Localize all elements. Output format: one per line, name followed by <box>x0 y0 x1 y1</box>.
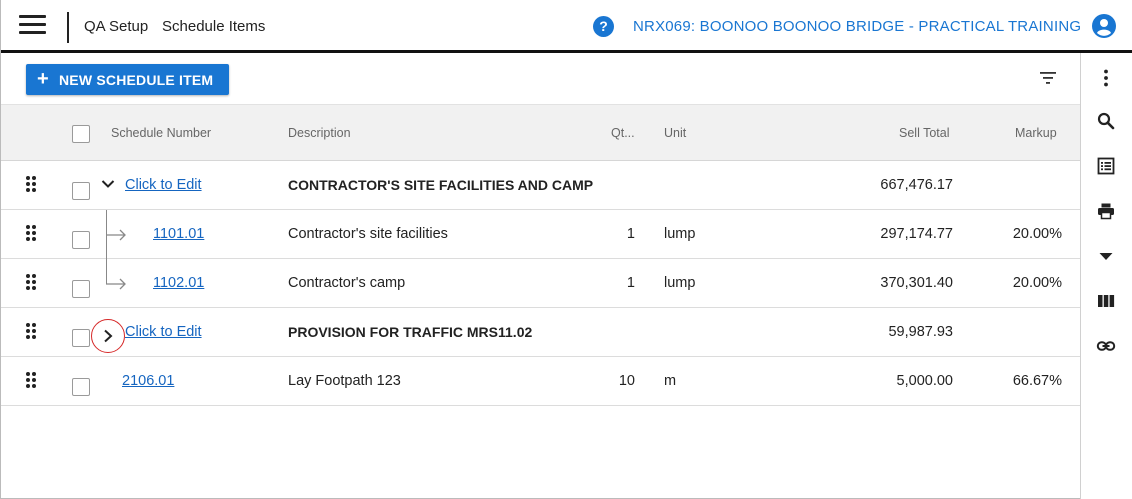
drag-handle-icon[interactable] <box>26 372 38 390</box>
schedule-number-link[interactable]: Click to Edit <box>125 177 202 193</box>
more-vertical-icon[interactable] <box>1096 68 1116 88</box>
table-row: 1102.01 Contractor's camp 1 lump 370,301… <box>1 259 1080 308</box>
sell-total-cell: 667,476.17 <box>880 177 953 193</box>
description-cell: CONTRACTOR'S SITE FACILITIES AND CAMP <box>288 177 594 193</box>
markup-cell: 20.00% <box>1012 226 1062 242</box>
hamburger-icon[interactable] <box>19 15 46 35</box>
header-divider <box>67 12 69 43</box>
markup-cell: 20.00% <box>1012 275 1062 291</box>
tree-child-arrow-icon <box>106 229 126 241</box>
drag-handle-icon[interactable] <box>26 225 38 243</box>
schedule-number-link[interactable]: 2106.01 <box>122 373 174 389</box>
sell-total-cell: 59,987.93 <box>888 324 953 340</box>
schedule-number-link[interactable]: 1101.01 <box>153 226 204 242</box>
tree-child-arrow-icon <box>106 278 126 290</box>
top-bar: QA Setup Schedule Items ? NRX069: BOONOO… <box>1 0 1132 53</box>
chevron-down-icon[interactable] <box>101 179 115 189</box>
sell-total-cell: 297,174.77 <box>880 226 953 242</box>
column-header-schedule-number[interactable]: Schedule Number <box>111 126 211 140</box>
qty-cell: 1 <box>626 226 635 242</box>
table-row: 2106.01 Lay Footpath 123 10 m 5,000.00 6… <box>1 357 1080 406</box>
unit-cell: lump <box>664 226 696 242</box>
description-cell: Lay Footpath 123 <box>288 373 401 389</box>
plus-icon: + <box>37 68 49 90</box>
user-account-icon[interactable] <box>1092 14 1116 38</box>
table-row: Click to Edit CONTRACTOR'S SITE FACILITI… <box>1 161 1080 210</box>
row-checkbox[interactable] <box>72 378 90 396</box>
table-row: Click to Edit PROVISION FOR TRAFFIC MRS1… <box>1 308 1080 357</box>
right-toolbar <box>1080 53 1132 499</box>
dropdown-arrow-icon[interactable] <box>1096 246 1116 266</box>
table-row: 1101.01 Contractor's site facilities 1 l… <box>1 210 1080 259</box>
main-content: + NEW SCHEDULE ITEM Schedule Number Desc… <box>1 53 1080 499</box>
row-checkbox[interactable] <box>72 231 90 249</box>
unit-cell: lump <box>664 275 696 291</box>
link-icon[interactable] <box>1096 336 1116 356</box>
help-icon[interactable]: ? <box>593 16 614 37</box>
print-icon[interactable] <box>1096 201 1116 221</box>
sell-total-cell: 5,000.00 <box>896 373 953 389</box>
new-schedule-item-button[interactable]: + NEW SCHEDULE ITEM <box>26 64 229 95</box>
column-header-sell-total[interactable]: Sell Total <box>899 126 950 140</box>
expand-toggle-button[interactable] <box>91 319 125 353</box>
breadcrumb-schedule-items[interactable]: Schedule Items <box>162 18 265 35</box>
row-checkbox[interactable] <box>72 280 90 298</box>
drag-handle-icon[interactable] <box>26 323 38 341</box>
filter-icon[interactable] <box>1039 71 1057 85</box>
search-icon[interactable] <box>1096 111 1116 131</box>
description-cell: Contractor's camp <box>288 275 406 291</box>
column-header-qty[interactable]: Qt... <box>611 126 635 140</box>
table-header: Schedule Number Description Qt... Unit S… <box>1 104 1080 161</box>
qty-cell: 1 <box>626 275 635 291</box>
app-window: QA Setup Schedule Items ? NRX069: BOONOO… <box>0 0 1132 499</box>
sell-total-cell: 370,301.40 <box>880 275 953 291</box>
row-checkbox[interactable] <box>72 182 90 200</box>
new-schedule-item-label: NEW SCHEDULE ITEM <box>59 71 214 88</box>
column-header-markup[interactable]: Markup <box>1015 126 1057 140</box>
description-cell: PROVISION FOR TRAFFIC MRS11.02 <box>288 324 533 340</box>
column-header-description[interactable]: Description <box>288 126 351 140</box>
unit-cell: m <box>664 373 677 389</box>
breadcrumb-qa-setup[interactable]: QA Setup <box>84 18 148 35</box>
description-cell: Contractor's site facilities <box>288 226 448 242</box>
list-icon[interactable] <box>1096 156 1116 176</box>
schedule-number-link[interactable]: 1102.01 <box>153 275 204 291</box>
select-all-checkbox[interactable] <box>72 125 90 143</box>
column-header-unit[interactable]: Unit <box>664 126 686 140</box>
drag-handle-icon[interactable] <box>26 274 38 292</box>
qty-cell: 10 <box>618 373 635 389</box>
row-checkbox[interactable] <box>72 329 90 347</box>
project-title[interactable]: NRX069: BOONOO BOONOO BRIDGE - PRACTICAL… <box>633 18 1081 35</box>
chevron-right-icon <box>104 329 113 343</box>
drag-handle-icon[interactable] <box>26 176 38 194</box>
columns-icon[interactable] <box>1096 291 1116 311</box>
schedule-number-link[interactable]: Click to Edit <box>125 324 202 340</box>
markup-cell: 66.67% <box>1012 373 1062 389</box>
toolbar: + NEW SCHEDULE ITEM <box>1 53 1080 104</box>
